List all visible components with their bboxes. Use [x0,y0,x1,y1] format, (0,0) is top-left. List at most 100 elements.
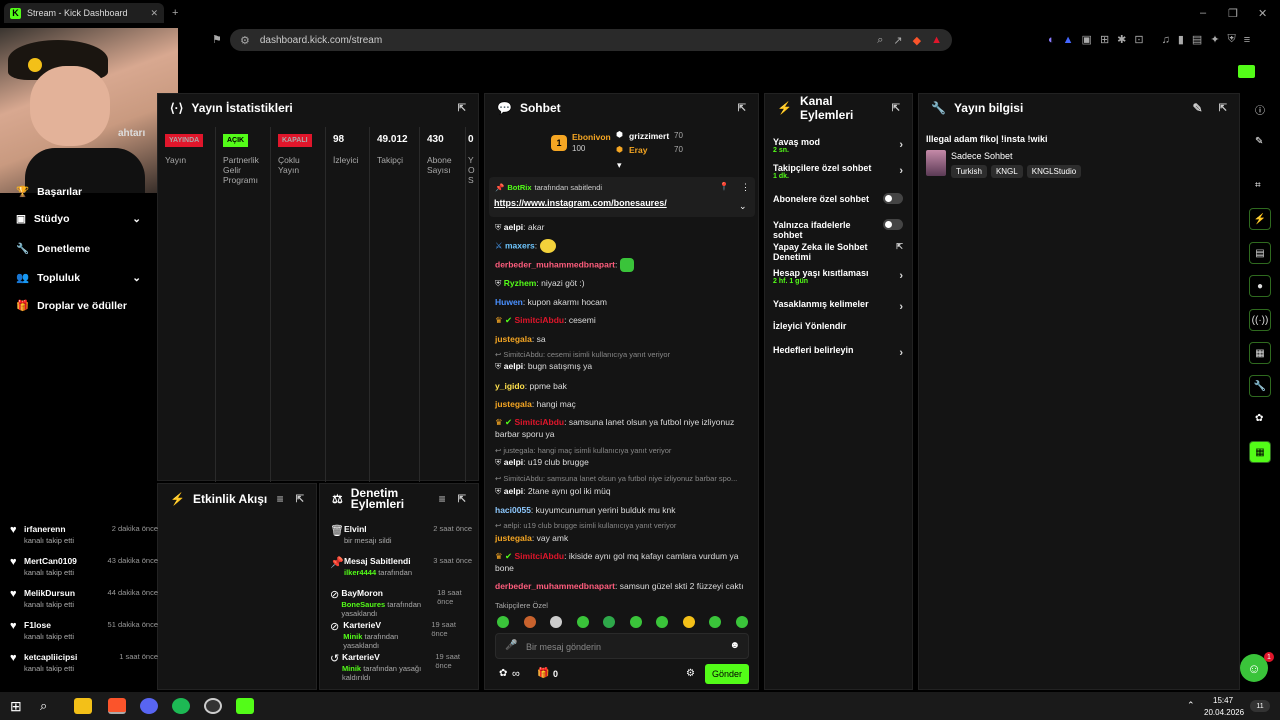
more-options-icon[interactable]: ⋮ [741,182,750,193]
chat-username[interactable]: maxers [505,240,535,250]
bookmark-icon[interactable]: ⚑ [212,33,222,46]
chat-username[interactable]: Ryzhem [504,278,537,288]
mod-action-title[interactable]: KarterieV [342,652,435,662]
edit-icon[interactable]: ✎ [1255,136,1263,147]
tag[interactable]: Turkish [951,165,987,178]
wrench-button[interactable]: 🔧 [1249,375,1271,397]
event-user[interactable]: irfanerenn [24,524,74,534]
chat-button[interactable]: ● [1249,275,1271,297]
unpin-icon[interactable]: 📍 [719,182,729,191]
close-tab-icon[interactable]: ✕ [150,8,158,19]
settings-icon[interactable]: ⚙ [686,668,695,679]
mod-action-title[interactable]: KarterieV [343,620,431,630]
kick-app-icon[interactable] [236,698,254,714]
popout-icon[interactable]: ⇱ [892,103,900,114]
sidebar-toggle-icon[interactable]: ▮ [1178,33,1184,46]
chat-username[interactable]: aelpi [504,361,523,371]
reply-context[interactable]: ↩ SimitciAbdu: samsuna lanet olsun ya fu… [495,474,750,483]
filter-icon[interactable]: ≡ [439,493,446,505]
minimize-icon[interactable]: – [1200,7,1206,19]
address-bar[interactable]: ⚙ dashboard.kick.com/stream ⌕ ↗ ◆ ▲ [230,29,952,51]
chat-username[interactable]: aelpi [504,222,523,232]
toggle-switch[interactable] [883,193,903,204]
mod-action-title[interactable]: Mesaj Sabitlendi [344,556,412,566]
mod-action-title[interactable]: BayMoron [341,588,437,598]
pinned-link[interactable]: https://www.instagram.com/bonesaures/ [494,198,667,208]
toggle-switch[interactable] [883,219,903,230]
channel-action-item[interactable]: Hedefleri belirleyin › [773,345,903,359]
search-icon[interactable]: ⌕ [40,698,47,714]
emote-icon[interactable] [629,616,642,628]
studio-button[interactable]: ▦ [1249,441,1271,463]
channel-action-item[interactable]: Yavaş mod 2 sn. › [773,137,903,154]
emoji-icon[interactable]: ☻ [729,640,740,651]
event-user[interactable]: F1lose [24,620,74,630]
chat-username[interactable]: derbeder_muhammedbnapart [495,581,615,591]
notification-badge[interactable]: 11 [1250,700,1270,712]
extension-icon[interactable]: ◐ [1048,33,1055,46]
chat-username[interactable]: SimitciAbdu [515,315,565,325]
menu-icon[interactable]: ≡ [1244,33,1250,46]
obs-icon[interactable] [204,698,222,714]
top-gifter-name[interactable]: grizzimert [629,131,669,141]
chat-username[interactable]: derbeder_muhammedbnapart [495,259,615,269]
gift-icon[interactable]: 🎁 [537,668,549,679]
spotify-icon[interactable] [172,698,190,714]
extension-icon[interactable]: ▣ [1082,33,1092,46]
event-user[interactable]: MertCan0109 [24,556,77,566]
emote-icon[interactable] [682,616,695,628]
reply-context[interactable]: ↩ SimitciAbdu: cesemi isimli kullanıcıya… [495,350,750,359]
edit-icon[interactable]: ✎ [1193,101,1203,115]
rewards-icon[interactable]: ▲ [931,34,942,46]
mod-actor[interactable]: Minik [343,632,362,641]
music-icon[interactable]: ♫ [1162,33,1170,46]
chat-username[interactable]: justegala [495,533,532,543]
zoom-icon[interactable]: ⌕ [877,34,883,47]
sidebar-item-community[interactable]: 👥 Topluluk ⌄ [16,271,141,285]
points-icon[interactable]: ✿ [1255,413,1263,424]
tag[interactable]: KNGL [990,165,1023,178]
event-user[interactable]: ketcapliicipsi [24,652,77,662]
mod-actor[interactable]: BoneSaures [341,600,385,609]
browser-tab[interactable]: K Stream - Kick Dashboard ✕ [4,3,164,23]
close-window-icon[interactable]: ✕ [1258,7,1267,20]
sidebar-item-moderation[interactable]: 🔧 Denetleme [16,242,141,256]
extension-icon[interactable]: ⊞ [1100,33,1109,46]
taskbar-date[interactable]: 20.04.2026 [1204,708,1244,717]
chat-username[interactable]: aelpi [504,457,523,467]
chat-username[interactable]: SimitciAbdu [515,551,565,561]
emote-icon[interactable] [603,616,615,628]
event-user[interactable]: MelikDursun [24,588,75,598]
emote-icon[interactable] [656,616,668,628]
sidebar-item-studio[interactable]: ▣ Stüdyo ⌄ [16,213,141,225]
top-gifter-name[interactable]: Eray [629,145,647,155]
channel-action-item[interactable]: Yasaklanmış kelimeler › [773,299,903,313]
emote-icon[interactable] [497,616,509,628]
popout-icon[interactable]: ⇱ [458,103,466,114]
popout-icon[interactable]: ⇱ [1219,103,1227,114]
chevron-down-icon[interactable]: ⌄ [739,201,747,212]
popout-icon[interactable]: ⇱ [296,494,304,505]
mic-icon[interactable]: 🎤 [505,640,517,651]
taskbar-time[interactable]: 15:47 [1213,696,1233,705]
mod-action-title[interactable]: Elvinl [344,524,392,534]
leo-icon[interactable]: ✦ [1210,33,1219,46]
kick-logo-icon[interactable] [1238,65,1255,78]
channel-action-item[interactable]: Yalnızca ifadelerle sohbet [773,219,903,240]
chat-username[interactable]: SimitciAbdu [515,417,565,427]
wallet-icon[interactable]: ▤ [1192,33,1202,46]
category-thumbnail[interactable] [926,150,946,176]
chat-username[interactable]: justegala [495,399,532,409]
discord-icon[interactable] [140,698,158,714]
extension-icon[interactable]: ▲ [1063,33,1074,46]
sidebar-item-drops[interactable]: 🎁 Droplar ve ödüller [16,299,141,313]
maximize-icon[interactable]: ❐ [1228,7,1238,20]
popout-icon[interactable]: ⇱ [458,494,466,505]
windows-start-icon[interactable]: ⊞ [10,698,22,715]
share-icon[interactable]: ↗ [893,34,902,47]
tray-chevron-icon[interactable]: ⌃ [1187,700,1195,711]
category-name[interactable]: Sadece Sohbet [951,151,1013,161]
bolt-button[interactable]: ⚡ [1249,208,1271,230]
chat-username[interactable]: justegala [495,334,532,344]
tag[interactable]: KNGLStudio [1026,165,1082,178]
